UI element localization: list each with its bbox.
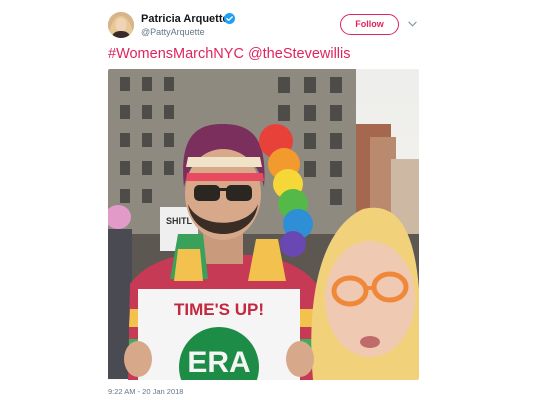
tweet-photo[interactable]: SHITL TIME'S UP! ERA [108, 69, 419, 380]
tweet-timestamp[interactable]: 9:22 AM - 20 Jan 2018 [108, 387, 183, 396]
avatar[interactable] [108, 12, 134, 38]
partial-sign-text: SHITL [166, 216, 193, 226]
chevron-down-icon[interactable] [408, 21, 417, 27]
sign-logo-text: ERA [187, 346, 250, 379]
display-name[interactable]: Patricia Arquette [141, 13, 229, 25]
follow-button[interactable]: Follow [340, 14, 399, 35]
user-handle[interactable]: @PattyArquette [141, 27, 205, 37]
verified-badge-icon [224, 13, 235, 24]
tweet-text[interactable]: #WomensMarchNYC @theStevewillis [108, 46, 351, 62]
sign-top-text: TIME'S UP! [174, 300, 264, 319]
